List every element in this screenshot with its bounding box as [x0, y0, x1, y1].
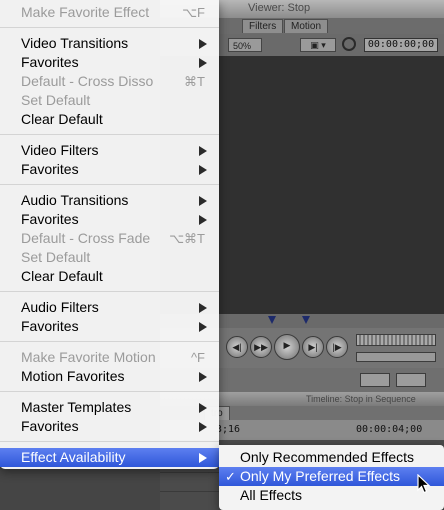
menu-item-video-clear-default[interactable]: Clear Default: [0, 110, 219, 129]
menu-separator: [0, 27, 219, 28]
menu-item-shortcut: ⌥F: [182, 5, 205, 20]
submenu-arrow-icon: [199, 146, 207, 156]
menu-item-label: Favorites: [21, 211, 79, 227]
menu-item-audio-filters-favorites[interactable]: Favorites: [0, 317, 219, 336]
menu-item-make-favorite-motion[interactable]: Make Favorite Motion ^F: [0, 348, 219, 367]
menu-item-label: Favorites: [21, 418, 79, 434]
menu-separator: [0, 391, 219, 392]
menu-item-shortcut: ⌘T: [184, 74, 205, 89]
menu-item-master-templates[interactable]: Master Templates: [0, 398, 219, 417]
submenu-item-all-effects[interactable]: All Effects: [219, 486, 444, 505]
menu-item-shortcut: ^F: [190, 350, 205, 365]
submenu-arrow-icon: [199, 39, 207, 49]
submenu-item-label: Only My Preferred Effects: [240, 468, 401, 484]
submenu-arrow-icon: [199, 372, 207, 382]
menu-item-label: Make Favorite Effect: [21, 4, 150, 20]
shuttle-control[interactable]: [356, 352, 436, 362]
menu-item-label: Default - Cross Fade: [21, 230, 151, 246]
effect-availability-submenu: Only Recommended Effects ✓ Only My Prefe…: [219, 445, 444, 510]
menu-item-label: Motion Favorites: [21, 368, 125, 384]
menu-item-label: Audio Filters: [21, 299, 99, 315]
play-button[interactable]: ▶: [274, 334, 300, 360]
menu-item-label: Video Transitions: [21, 35, 129, 51]
submenu-arrow-icon: [199, 58, 207, 68]
menu-item-audio-clear-default[interactable]: Clear Default: [0, 267, 219, 286]
timeline-timecode-right: 00:00:04;00: [356, 424, 423, 435]
menu-item-label: Favorites: [21, 318, 79, 334]
playhead-sync-icon[interactable]: [342, 37, 356, 51]
menu-item-label: Effect Availability: [21, 449, 126, 465]
menu-item-label: Favorites: [21, 161, 79, 177]
submenu-item-label: Only Recommended Effects: [240, 449, 415, 465]
out-point-marker[interactable]: [302, 316, 310, 324]
zoom-popup[interactable]: 50%: [228, 38, 262, 52]
submenu-item-only-preferred[interactable]: ✓ Only My Preferred Effects: [219, 467, 444, 486]
menu-item-label: Master Templates: [21, 399, 132, 415]
menu-item-video-filters[interactable]: Video Filters: [0, 141, 219, 160]
timeline-timecode-left: 3;16: [216, 424, 241, 435]
menu-separator: [0, 291, 219, 292]
menu-item-label: Clear Default: [21, 268, 103, 284]
menu-separator: [0, 341, 219, 342]
previous-edit-button[interactable]: ◀|: [226, 336, 248, 358]
menu-item-audio-transitions[interactable]: Audio Transitions: [0, 191, 219, 210]
menu-item-make-favorite-effect[interactable]: Make Favorite Effect ⌥F: [0, 3, 219, 22]
menu-item-audio-filters[interactable]: Audio Filters: [0, 298, 219, 317]
menu-item-default-cross-dissolve[interactable]: Default - Cross Disso ⌘T: [0, 72, 219, 91]
submenu-arrow-icon: [199, 322, 207, 332]
menu-item-video-filters-favorites[interactable]: Favorites: [0, 160, 219, 179]
viewer-title: Viewer: Stop: [248, 2, 311, 14]
checkmark-icon: ✓: [225, 469, 236, 484]
menu-item-audio-transitions-favorites[interactable]: Favorites: [0, 210, 219, 229]
menu-separator: [0, 441, 219, 442]
in-point-marker[interactable]: [268, 316, 276, 324]
menu-item-label: Set Default: [21, 249, 91, 265]
menu-item-label: Default - Cross Disso: [21, 73, 154, 89]
submenu-arrow-icon: [199, 196, 207, 206]
play-in-out-button[interactable]: ▶▶: [250, 336, 272, 358]
menu-item-label: Clear Default: [21, 111, 103, 127]
menu-item-master-templates-favorites[interactable]: Favorites: [0, 417, 219, 436]
menu-item-label: Make Favorite Motion: [21, 349, 156, 365]
menu-separator: [0, 184, 219, 185]
submenu-item-only-recommended[interactable]: Only Recommended Effects: [219, 448, 444, 467]
menu-item-default-cross-fade[interactable]: Default - Cross Fade ⌥⌘T: [0, 229, 219, 248]
play-around-button[interactable]: ▶|: [302, 336, 324, 358]
match-frame-button[interactable]: [360, 373, 390, 387]
mouse-cursor-icon: [417, 474, 431, 494]
menu-item-label: Favorites: [21, 54, 79, 70]
next-edit-button[interactable]: |▶: [326, 336, 348, 358]
menu-item-shortcut: ⌥⌘T: [169, 231, 205, 246]
menu-item-label: Audio Transitions: [21, 192, 129, 208]
menu-item-motion-favorites[interactable]: Motion Favorites: [0, 367, 219, 386]
menu-separator: [0, 134, 219, 135]
menu-item-label: Video Filters: [21, 142, 99, 158]
menu-item-video-transitions-favorites[interactable]: Favorites: [0, 53, 219, 72]
jog-control[interactable]: [356, 334, 436, 346]
tab-motion[interactable]: Motion: [284, 19, 329, 33]
tab-filters[interactable]: Filters: [242, 19, 284, 33]
menu-item-video-set-default[interactable]: Set Default: [0, 91, 219, 110]
submenu-arrow-icon: [199, 303, 207, 313]
submenu-arrow-icon: [199, 453, 207, 463]
menu-item-label: Set Default: [21, 92, 91, 108]
marker-button[interactable]: [396, 373, 426, 387]
submenu-arrow-icon: [199, 422, 207, 432]
submenu-item-label: All Effects: [240, 487, 302, 503]
timecode-field[interactable]: 00:00:00;00: [364, 38, 438, 52]
submenu-arrow-icon: [199, 403, 207, 413]
submenu-arrow-icon: [199, 165, 207, 175]
submenu-arrow-icon: [199, 215, 207, 225]
menu-item-video-transitions[interactable]: Video Transitions: [0, 34, 219, 53]
menu-item-audio-set-default[interactable]: Set Default: [0, 248, 219, 267]
view-popup[interactable]: ▣ ▾: [300, 38, 336, 52]
effects-menu: Make Favorite Effect ⌥F Video Transition…: [0, 0, 219, 469]
menu-item-effect-availability[interactable]: Effect Availability: [0, 448, 219, 467]
